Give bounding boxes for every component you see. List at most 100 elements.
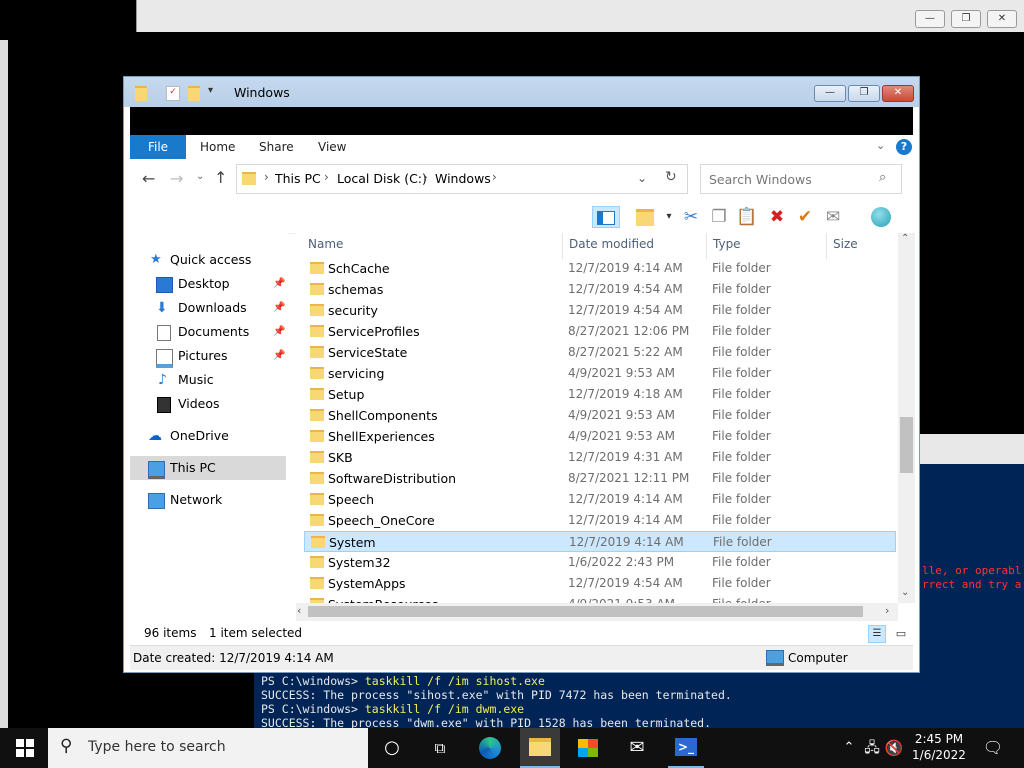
recent-locations-icon[interactable]: ⌄	[196, 171, 204, 182]
file-row[interactable]: security 12/7/2019 4:54 AM File folder	[304, 300, 896, 321]
delete-icon[interactable]: ✖	[766, 206, 788, 228]
column-divider[interactable]	[706, 233, 707, 259]
explorer-titlebar[interactable]: ✓ ▾ Windows — ❐ ✕	[124, 77, 919, 107]
pin-icon[interactable]: 📌	[273, 296, 285, 320]
file-explorer-taskbar-button[interactable]	[520, 728, 560, 768]
breadcrumb-windows[interactable]: Windows	[435, 171, 491, 186]
volume-muted-icon[interactable]: 🔇	[881, 736, 907, 760]
file-row[interactable]: System 12/7/2019 4:14 AM File folder	[304, 531, 896, 552]
file-row[interactable]: ShellExperiences 4/9/2021 9:53 AM File fol…	[304, 426, 896, 447]
search-input[interactable]: Search Windows ⌕	[700, 164, 902, 194]
refresh-icon[interactable]: ↻	[665, 169, 677, 185]
powershell-taskbar-icon[interactable]: >_	[668, 736, 704, 768]
task-view-icon[interactable]: ⧉	[427, 736, 453, 760]
file-row[interactable]: servicing 4/9/2021 9:53 AM File folder	[304, 363, 896, 384]
help-icon[interactable]: ?	[896, 139, 912, 155]
large-icons-view-icon[interactable]: ▭	[892, 625, 910, 643]
file-row[interactable]: ServiceState 8/27/2021 5:22 AM File folder	[304, 342, 896, 363]
scrollbar-thumb[interactable]	[900, 417, 913, 473]
forward-arrow-icon[interactable]: →	[170, 169, 183, 188]
properties-icon[interactable]: ✓	[166, 86, 180, 101]
breadcrumb-local-disk[interactable]: Local Disk (C:)	[337, 171, 427, 186]
nav-music[interactable]: ♪ Music	[130, 368, 286, 392]
scroll-right-icon[interactable]: ›	[885, 604, 889, 617]
column-header-name[interactable]: Name	[308, 237, 343, 251]
windows-start-icon[interactable]	[12, 736, 38, 760]
file-row[interactable]: ShellComponents 4/9/2021 9:53 AM File fold…	[304, 405, 896, 426]
back-arrow-icon[interactable]: ←	[142, 169, 155, 188]
column-divider[interactable]	[826, 233, 827, 259]
nav-desktop[interactable]: Desktop 📌	[130, 272, 286, 296]
minimize-button[interactable]: —	[814, 85, 846, 102]
breadcrumb-this-pc[interactable]: This PC	[275, 171, 321, 186]
maximize-button[interactable]: ❐	[848, 85, 880, 102]
file-row[interactable]: System32 1/6/2022 2:43 PM File folder	[304, 552, 896, 573]
scroll-down-icon[interactable]: ⌄	[901, 587, 909, 598]
taskbar-search-box[interactable]: ⚲ Type here to search	[48, 728, 368, 768]
nav-videos[interactable]: Videos	[130, 392, 286, 416]
nav-network[interactable]: Network	[130, 488, 286, 512]
tab-home[interactable]: Home	[200, 135, 235, 159]
file-row[interactable]: SystemApps 12/7/2019 4:54 AM File folder	[304, 573, 896, 594]
nav-quick-access[interactable]: ★ Quick access	[130, 248, 286, 272]
new-folder-icon[interactable]	[188, 86, 200, 101]
nav-this-pc[interactable]: This PC	[130, 456, 286, 480]
preview-pane-icon[interactable]	[592, 206, 620, 228]
breadcrumb-separator-icon[interactable]: ›	[423, 170, 428, 184]
bg-maximize-button[interactable]: ❐	[951, 10, 981, 28]
copy-icon[interactable]: ❐	[708, 206, 730, 228]
tab-view[interactable]: View	[318, 135, 346, 159]
notification-center-icon[interactable]: 🗨	[980, 736, 1006, 760]
breadcrumb-separator-icon[interactable]: ›	[324, 170, 329, 184]
cut-icon[interactable]: ✂	[680, 206, 702, 228]
mail-icon[interactable]: ✉	[624, 736, 650, 760]
column-header-size[interactable]: Size	[833, 237, 858, 251]
email-icon[interactable]: ✉	[822, 206, 844, 228]
details-view-icon[interactable]: ☰	[868, 625, 886, 643]
nav-documents[interactable]: Documents 📌	[130, 320, 286, 344]
scroll-left-icon[interactable]: ‹	[297, 604, 301, 617]
file-row[interactable]: schemas 12/7/2019 4:54 AM File folder	[304, 279, 896, 300]
address-bar[interactable]: › This PC › Local Disk (C:) › Windows › …	[236, 164, 688, 194]
bg-minimize-button[interactable]: —	[915, 10, 945, 28]
bg-close-button[interactable]: ✕	[987, 10, 1017, 28]
file-row[interactable]: SKB 12/7/2019 4:31 AM File folder	[304, 447, 896, 468]
breadcrumb-separator-icon[interactable]: ›	[492, 170, 497, 184]
file-row[interactable]: SchCache 12/7/2019 4:14 AM File folder	[304, 258, 896, 279]
up-arrow-icon[interactable]: ↑	[214, 168, 227, 187]
scroll-up-icon[interactable]: ⌃	[901, 233, 909, 244]
expand-ribbon-icon[interactable]: ⌄	[876, 139, 885, 152]
horizontal-scrollbar[interactable]: ‹ ›	[296, 603, 898, 621]
address-dropdown-icon[interactable]: ⌄	[637, 171, 647, 185]
column-header-date[interactable]: Date modified	[569, 237, 654, 251]
paste-icon[interactable]: 📋	[736, 206, 758, 228]
cortana-icon[interactable]: ○	[379, 736, 405, 760]
file-row[interactable]: Setup 12/7/2019 4:18 AM File folder	[304, 384, 896, 405]
search-icon[interactable]: ⌕	[879, 170, 886, 185]
pin-icon[interactable]: 📌	[273, 272, 285, 296]
store-icon[interactable]	[575, 736, 601, 760]
powershell-console[interactable]: PS C:\windows> taskkill /f /im sihost.ex…	[254, 672, 1024, 730]
pin-icon[interactable]: 📌	[273, 320, 285, 344]
nav-onedrive[interactable]: ☁ OneDrive	[130, 424, 286, 448]
column-header-type[interactable]: Type	[713, 237, 741, 251]
tab-share[interactable]: Share	[259, 135, 294, 159]
rename-checkmark-icon[interactable]: ✔	[794, 206, 816, 228]
file-row[interactable]: Speech 12/7/2019 4:14 AM File folder	[304, 489, 896, 510]
file-row[interactable]: SoftwareDistribution 8/27/2021 12:11 PM Fi…	[304, 468, 896, 489]
vertical-scrollbar[interactable]: ⌃ ⌄	[898, 233, 915, 603]
file-row[interactable]: Speech_OneCore 12/7/2019 4:14 AM File fold…	[304, 510, 896, 531]
nav-pictures[interactable]: Pictures 📌	[130, 344, 286, 368]
tab-file[interactable]: File	[130, 135, 186, 159]
edge-browser-icon[interactable]	[477, 736, 503, 760]
pin-icon[interactable]: 📌	[273, 344, 285, 368]
properties-folder-icon[interactable]	[634, 206, 656, 228]
scrollbar-thumb[interactable]	[308, 606, 863, 617]
file-row[interactable]: ServiceProfiles 8/27/2021 12:06 PM File fo…	[304, 321, 896, 342]
globe-icon[interactable]	[870, 206, 892, 228]
column-divider[interactable]	[562, 233, 563, 259]
dropdown-arrow-icon[interactable]: ▾	[658, 206, 680, 228]
close-button[interactable]: ✕	[882, 85, 914, 102]
nav-downloads[interactable]: ⬇ Downloads 📌	[130, 296, 286, 320]
quick-access-toolbar-dropdown-icon[interactable]: ▾	[208, 85, 213, 96]
